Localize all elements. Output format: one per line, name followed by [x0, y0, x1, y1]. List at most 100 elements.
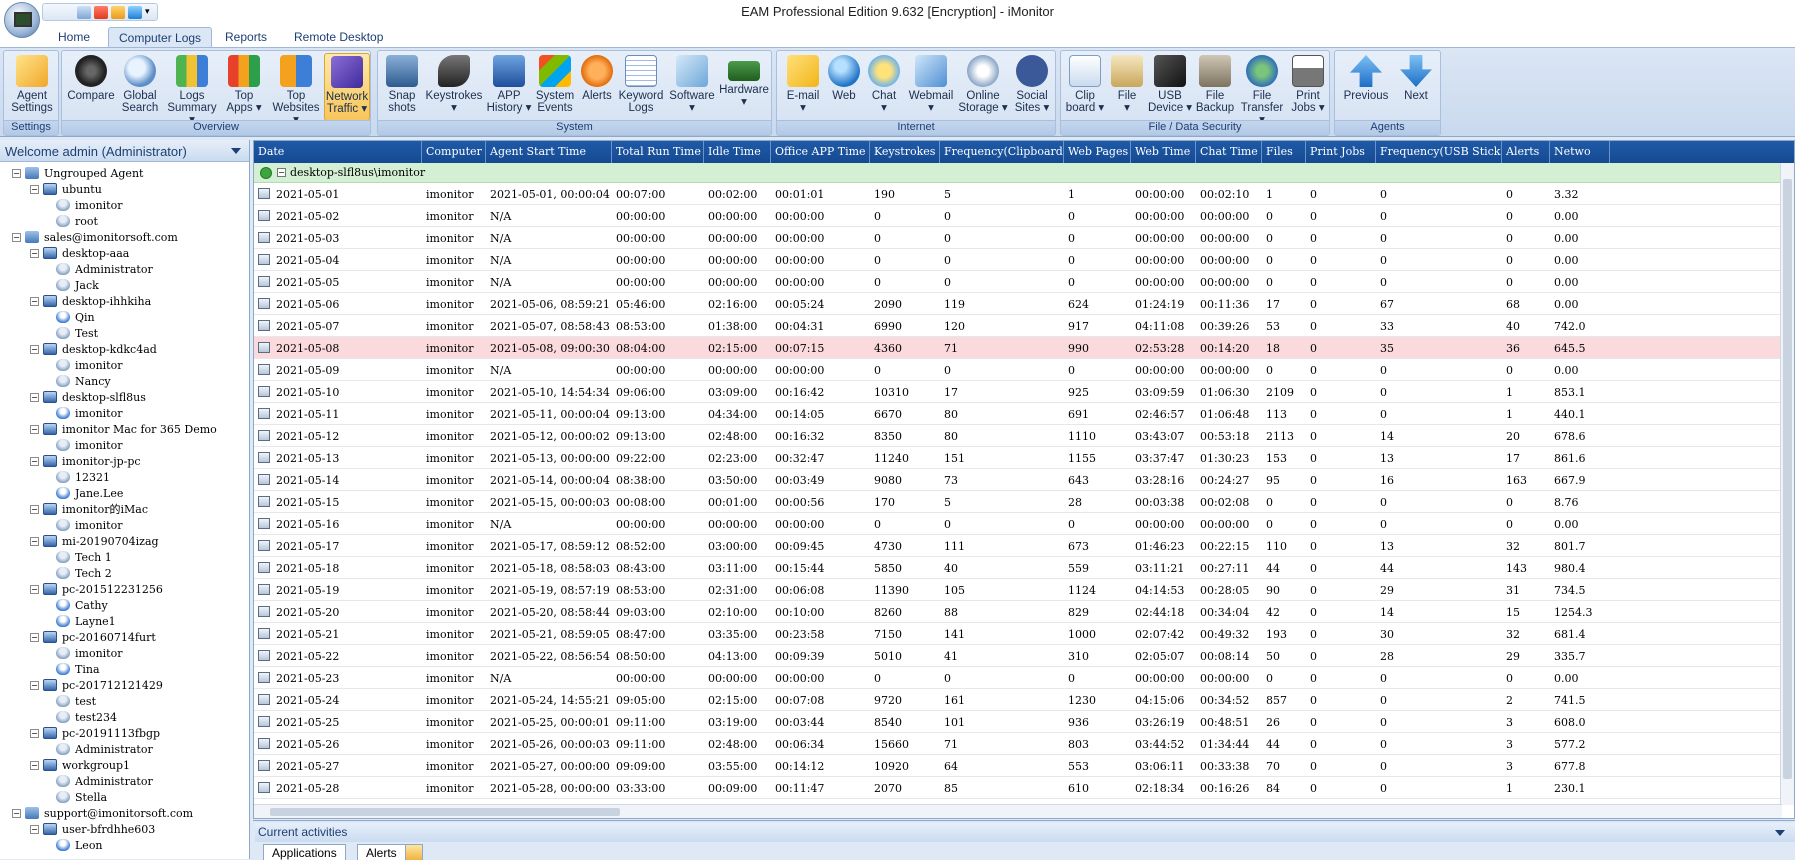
table-row[interactable]: 2021-05-19 imonitor 2021-05-19, 08:57:19 08…	[254, 579, 1782, 601]
email-button[interactable]: E-mail ▾	[781, 53, 825, 121]
tree-collapse-icon[interactable]: −	[30, 728, 39, 738]
next-button[interactable]: Next	[1393, 53, 1439, 121]
global-search-button[interactable]: Global Search	[118, 53, 162, 121]
column-header[interactable]: Alerts	[1502, 141, 1550, 163]
web-button[interactable]: Web	[825, 53, 863, 121]
table-row[interactable]: 2021-05-05 imonitor N/A 00:00:00 00:00:00 00:…	[254, 271, 1782, 293]
clipboard-button[interactable]: Clip board ▾	[1063, 53, 1107, 121]
tree-collapse-icon[interactable]: −	[30, 536, 39, 546]
agent-settings-button[interactable]: Agent Settings	[7, 53, 57, 121]
tree-item[interactable]: − support@imonitorsoft.com	[0, 805, 249, 821]
tree-collapse-icon[interactable]: −	[30, 344, 39, 354]
column-header[interactable]: Frequency(USB Stick)	[1376, 141, 1502, 163]
table-row[interactable]: 2021-05-22 imonitor 2021-05-22, 08:56:54 08…	[254, 645, 1782, 667]
current-activities-header[interactable]: Current activities	[255, 823, 1795, 842]
column-header[interactable]: Keystrokes	[870, 141, 940, 163]
table-row[interactable]: 2021-05-01 imonitor 2021-05-01, 00:00:04 00…	[254, 183, 1782, 205]
tree-item[interactable]: Tina	[0, 661, 249, 677]
table-row[interactable]: 2021-05-27 imonitor 2021-05-27, 00:00:00 09…	[254, 755, 1782, 777]
app-menu-button[interactable]	[4, 2, 40, 38]
table-row[interactable]: 2021-05-15 imonitor 2021-05-15, 00:00:03 00…	[254, 491, 1782, 513]
tree-item[interactable]: − pc-20191113fbgp	[0, 725, 249, 741]
tree-item[interactable]: imonitor	[0, 357, 249, 373]
tree-item[interactable]: Administrator	[0, 773, 249, 789]
table-row[interactable]: 2021-05-17 imonitor 2021-05-17, 08:59:12 08…	[254, 535, 1782, 557]
tree-item[interactable]: − pc-20160714furt	[0, 629, 249, 645]
tree-item[interactable]: Nancy	[0, 373, 249, 389]
tree-item[interactable]: Leon	[0, 837, 249, 853]
tree-item[interactable]: − workgroup1	[0, 757, 249, 773]
tree-item[interactable]: Cathy	[0, 597, 249, 613]
column-header[interactable]: Chat Time	[1196, 141, 1262, 163]
tree-collapse-icon[interactable]: −	[30, 424, 39, 434]
table-row[interactable]: 2021-05-13 imonitor 2021-05-13, 00:00:00 09…	[254, 447, 1782, 469]
tree-item[interactable]: − sales@imonitorsoft.com	[0, 229, 249, 245]
social-sites-button[interactable]: Social Sites ▾	[1009, 53, 1055, 121]
table-row[interactable]: 2021-05-21 imonitor 2021-05-21, 08:59:05 08…	[254, 623, 1782, 645]
tree-collapse-icon[interactable]: −	[30, 760, 39, 770]
table-row[interactable]: 2021-05-09 imonitor N/A 00:00:00 00:00:00 00:…	[254, 359, 1782, 381]
table-row[interactable]: 2021-05-24 imonitor 2021-05-24, 14:55:21 09…	[254, 689, 1782, 711]
tree-item[interactable]: Jane.Lee	[0, 485, 249, 501]
keystrokes-button[interactable]: Keystrokes ▾	[424, 53, 484, 121]
table-row[interactable]: 2021-05-11 imonitor 2021-05-11, 00:00:04 09…	[254, 403, 1782, 425]
tree-item[interactable]: − imonitor的iMac	[0, 501, 249, 517]
tab-remote-desktop[interactable]: Remote Desktop	[284, 27, 393, 48]
file-button[interactable]: File ▾	[1107, 53, 1147, 121]
column-header[interactable]: Total Run Time	[612, 141, 704, 163]
tree-item[interactable]: Qin	[0, 309, 249, 325]
column-header[interactable]: Agent Start Time	[486, 141, 612, 163]
tree-item[interactable]: Test	[0, 325, 249, 341]
tree-item[interactable]: − mi-20190704izag	[0, 533, 249, 549]
tree-collapse-icon[interactable]: −	[30, 824, 39, 834]
tree-item[interactable]: Stella	[0, 789, 249, 805]
tree-item[interactable]: − desktop-slfl8us	[0, 389, 249, 405]
chevron-down-icon[interactable]	[1775, 830, 1785, 836]
tab-applications[interactable]: Applications	[263, 844, 346, 860]
chat-button[interactable]: Chat ▾	[863, 53, 905, 121]
tree-item[interactable]: Tech 1	[0, 549, 249, 565]
network-traffic-button[interactable]: Network Traffic ▾	[324, 53, 370, 121]
column-header[interactable]: Office APP Time	[771, 141, 870, 163]
column-header[interactable]: Idle Time	[704, 141, 771, 163]
table-row[interactable]: 2021-05-10 imonitor 2021-05-10, 14:54:34 09…	[254, 381, 1782, 403]
column-header[interactable]: Files	[1262, 141, 1306, 163]
system-events-button[interactable]: System Events	[532, 53, 578, 121]
table-row[interactable]: 2021-05-26 imonitor 2021-05-26, 00:00:03 09…	[254, 733, 1782, 755]
software-button[interactable]: Software ▾	[666, 53, 718, 121]
horizontal-scrollbar[interactable]	[254, 804, 1782, 818]
print-jobs-button[interactable]: Print Jobs ▾	[1287, 53, 1329, 121]
tree-item[interactable]: − Ungrouped Agent	[0, 165, 249, 181]
tree-collapse-icon[interactable]: −	[30, 584, 39, 594]
table-row[interactable]: 2021-05-07 imonitor 2021-05-07, 08:58:43 08…	[254, 315, 1782, 337]
tree-collapse-icon[interactable]: −	[30, 504, 39, 514]
table-row[interactable]: 2021-05-25 imonitor 2021-05-25, 00:00:01 09…	[254, 711, 1782, 733]
tree-item[interactable]: Tech 2	[0, 565, 249, 581]
tree-item[interactable]: Jack	[0, 277, 249, 293]
tree-item[interactable]: − user-bfrdhhe603	[0, 821, 249, 837]
tree-collapse-icon[interactable]: −	[30, 632, 39, 642]
tree-item[interactable]: Administrator	[0, 741, 249, 757]
alerts-button[interactable]: Alerts	[578, 53, 616, 121]
file-transfer-button[interactable]: File Transfer ▾	[1237, 53, 1287, 126]
column-header[interactable]: Web Time	[1131, 141, 1196, 163]
usb-device-button[interactable]: USB Device ▾	[1147, 53, 1193, 121]
tree-collapse-icon[interactable]: −	[30, 680, 39, 690]
top-websites-button[interactable]: Top Websites ▾	[268, 53, 324, 126]
previous-button[interactable]: Previous	[1339, 53, 1393, 121]
tree-item[interactable]: imonitor	[0, 517, 249, 533]
tree-item[interactable]: − ubuntu	[0, 181, 249, 197]
column-header[interactable]: Netwo	[1550, 141, 1610, 163]
app-history-button[interactable]: APP History ▾	[486, 53, 532, 121]
compare-button[interactable]: Compare	[66, 53, 116, 121]
welcome-header[interactable]: Welcome admin (Administrator)	[0, 140, 249, 162]
tree-item[interactable]: root	[0, 213, 249, 229]
tree-item[interactable]: Administrator	[0, 261, 249, 277]
tree-item[interactable]: − pc-201512231256	[0, 581, 249, 597]
tree-collapse-icon[interactable]: −	[12, 808, 21, 818]
column-header[interactable]: Print Jobs	[1306, 141, 1376, 163]
tree-item[interactable]: − pc-201712121429	[0, 677, 249, 693]
table-row[interactable]: 2021-05-04 imonitor N/A 00:00:00 00:00:00 00:…	[254, 249, 1782, 271]
tab-computer-logs[interactable]: Computer Logs	[108, 27, 213, 48]
tab-more-icon[interactable]	[405, 844, 423, 860]
